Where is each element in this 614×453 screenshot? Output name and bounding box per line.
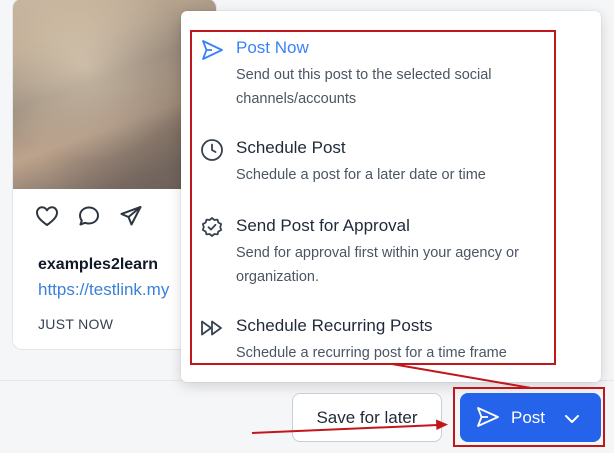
menu-item-description: Send for approval first within your agen… <box>236 245 519 285</box>
comment-icon[interactable] <box>77 205 101 227</box>
post-button[interactable]: Post <box>460 393 601 442</box>
menu-item-schedule-recurring[interactable]: Schedule Recurring Posts Schedule a recu… <box>200 316 560 362</box>
send-icon <box>200 38 224 62</box>
menu-item-send-for-approval[interactable]: Send Post for Approval Send for approval… <box>200 216 560 286</box>
menu-item-post-now[interactable]: Post Now Send out this post to the selec… <box>200 38 560 108</box>
badge-check-icon <box>200 216 224 240</box>
clock-icon <box>200 138 224 162</box>
menu-item-title: Post Now <box>236 38 309 57</box>
fast-forward-icon <box>200 316 224 340</box>
post-button-label: Post <box>511 408 546 427</box>
menu-item-schedule-post[interactable]: Schedule Post Schedule a post for a late… <box>200 138 560 188</box>
post-link[interactable]: https://testlink.my <box>38 280 169 300</box>
menu-item-title: Schedule Post <box>236 138 346 157</box>
heart-icon[interactable] <box>35 205 59 227</box>
menu-item-description: Schedule a post for a later date or time <box>236 167 486 183</box>
post-username: examples2learn <box>38 256 159 273</box>
composer-stage: examples2learn https://testlink.my JUST … <box>0 0 614 453</box>
menu-item-title: Send Post for Approval <box>236 216 410 235</box>
send-icon <box>476 406 500 433</box>
save-for-later-button[interactable]: Save for later <box>292 393 442 442</box>
post-actions <box>35 205 143 227</box>
post-timestamp: JUST NOW <box>38 316 114 332</box>
share-icon[interactable] <box>119 205 143 227</box>
chevron-down-icon[interactable] <box>564 410 580 430</box>
menu-item-title: Schedule Recurring Posts <box>236 316 433 335</box>
menu-item-description: Send out this post to the selected socia… <box>236 67 492 107</box>
menu-item-description: Schedule a recurring post for a time fra… <box>236 345 507 361</box>
